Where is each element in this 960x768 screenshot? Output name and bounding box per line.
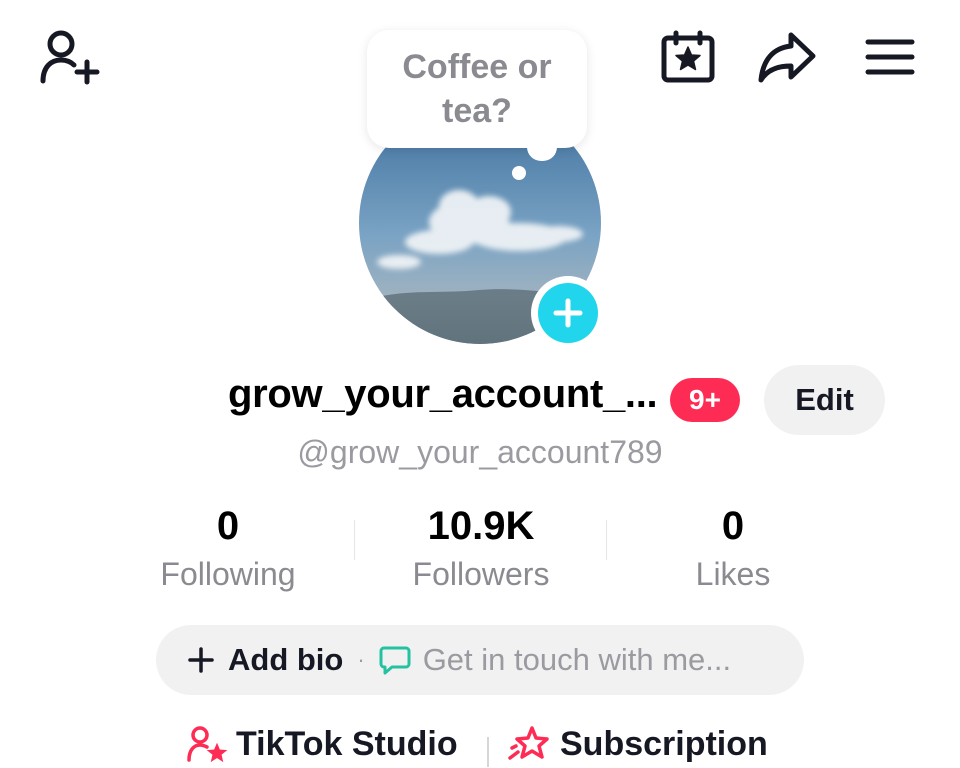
tiktok-studio-link[interactable]: TikTok Studio — [186, 724, 458, 764]
badge-wrapper: 9+ — [668, 372, 742, 426]
add-bio-label: Add bio — [228, 642, 344, 677]
display-name: grow_your_account_... — [228, 372, 658, 416]
stat-value: 0 — [721, 504, 745, 548]
stat-followers[interactable]: 10.9K Followers — [371, 502, 591, 594]
stat-value: 10.9K — [427, 504, 535, 548]
stat-divider — [606, 520, 607, 560]
stat-label: Likes — [695, 556, 771, 592]
subscription-link[interactable]: Subscription — [508, 724, 768, 764]
subscription-star-icon — [508, 726, 549, 760]
add-avatar-circle — [538, 283, 598, 343]
stat-likes[interactable]: 0 Likes — [623, 502, 843, 594]
plus-icon — [188, 647, 214, 673]
stat-label: Following — [160, 556, 296, 592]
contact-button[interactable]: Get in touch with me... — [379, 642, 731, 678]
bio-bar: Add bio · Get in touch with me... — [156, 625, 804, 695]
links-divider — [487, 737, 489, 767]
stat-label: Followers — [412, 556, 550, 592]
note-bubble-dot — [512, 166, 526, 180]
subscription-label: Subscription — [560, 724, 768, 763]
add-friend-button[interactable] — [36, 26, 102, 88]
edit-profile-button[interactable]: Edit — [764, 365, 885, 435]
share-icon — [758, 32, 816, 83]
menu-icon — [865, 39, 915, 75]
note-bubble[interactable]: Coffee or tea? — [367, 30, 587, 148]
stat-following[interactable]: 0 Following — [118, 502, 338, 594]
menu-button[interactable] — [860, 30, 920, 84]
notification-badge[interactable]: 9+ — [670, 378, 740, 422]
add-friend-icon — [40, 30, 100, 85]
tiktok-studio-label: TikTok Studio — [236, 724, 458, 763]
add-avatar-button[interactable] — [531, 276, 605, 350]
plus-icon — [553, 298, 583, 328]
add-bio-button[interactable]: Add bio — [188, 642, 343, 678]
share-button[interactable] — [756, 28, 818, 86]
contact-label: Get in touch with me... — [422, 642, 732, 677]
note-text: Coffee or tea? — [402, 48, 552, 130]
creator-star-icon — [187, 726, 228, 763]
chat-bubble-icon — [379, 646, 411, 675]
calendar-button[interactable] — [658, 28, 718, 86]
bio-separator: · — [357, 647, 365, 672]
stat-divider — [354, 520, 355, 560]
stat-value: 0 — [216, 504, 240, 548]
calendar-star-icon — [661, 30, 715, 83]
username: @grow_your_account789 — [297, 434, 663, 470]
